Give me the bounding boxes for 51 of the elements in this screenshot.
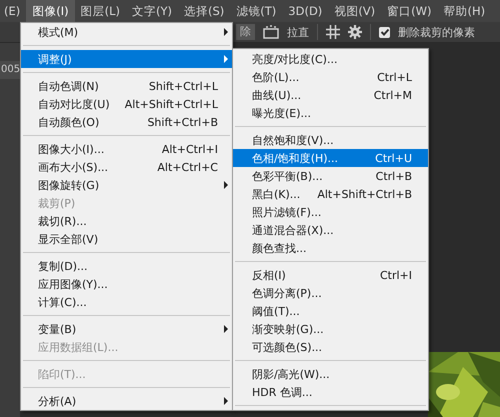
menu-item[interactable]: 照片滤镜(F)...	[233, 203, 428, 221]
menu-item[interactable]: 色调分离(P)...	[233, 284, 428, 302]
menu-item[interactable]: 可选颜色(S)...	[233, 338, 428, 356]
menu-item[interactable]: (E)	[0, 0, 26, 22]
menu-item[interactable]: 亮度/对比度(C)...	[233, 50, 428, 68]
menu-item[interactable]: 色彩平衡(B)... Ctrl+B	[233, 167, 428, 185]
menu-item[interactable]: 显示全部(V)	[21, 230, 232, 248]
menu-item[interactable]: 选择(S)	[178, 0, 230, 22]
input-field[interactable]: 除	[236, 24, 255, 40]
menu-item[interactable]: 渐变映射(G)...	[233, 320, 428, 338]
menu-item[interactable]: 色阶(L)... Ctrl+L	[233, 68, 428, 86]
checkbox-label: 删除裁剪的像素	[398, 24, 475, 40]
settings-icon[interactable]	[348, 25, 362, 39]
menu-item[interactable]: 窗口(W)	[381, 0, 438, 22]
menu-item[interactable]: 自动颜色(O) Shift+Ctrl+B	[21, 113, 232, 131]
menu-item[interactable]: 颜色查找...	[233, 239, 428, 257]
menu-item[interactable]: 反相(I) Ctrl+I	[233, 266, 428, 284]
menu-item[interactable]: 图像大小(I)... Alt+Ctrl+I	[21, 140, 232, 158]
straighten-icon[interactable]	[263, 25, 279, 39]
menu-item[interactable]: 图像旋转(G)	[21, 176, 232, 194]
menu-item[interactable]: HDR 色调...	[233, 383, 428, 401]
menu-item[interactable]: 画布大小(S)... Alt+Ctrl+C	[21, 158, 232, 176]
menu-item[interactable]: 色相/饱和度(H)... Ctrl+U	[233, 149, 428, 167]
menu-item[interactable]: 分析(A)	[21, 392, 232, 410]
grid-icon[interactable]	[326, 25, 340, 39]
menu-item[interactable]: 曲线(U)... Ctrl+M	[233, 86, 428, 104]
menu-item[interactable]: 文字(Y)	[126, 0, 178, 22]
menu-item[interactable]: 阈值(T)...	[233, 302, 428, 320]
menu-item[interactable]: 应用图像(Y)...	[21, 275, 232, 293]
menu-item[interactable]: 自动色调(N) Shift+Ctrl+L	[21, 77, 232, 95]
menu-item[interactable]: 图像(I)	[26, 0, 75, 22]
menu-item[interactable]: 复制(D)...	[21, 257, 232, 275]
menu-item[interactable]: 计算(C)...	[21, 293, 232, 311]
document-tab[interactable]: 005	[0, 61, 20, 79]
menu-item[interactable]: 视图(V)	[328, 0, 382, 22]
menu-item[interactable]: 黑白(K)... Alt+Shift+Ctrl+B	[233, 185, 428, 203]
menu-item[interactable]: 3D(D)	[282, 0, 328, 22]
menu-item[interactable]: 模式(M)	[21, 23, 232, 41]
menu-item[interactable]: 滤镜(T)	[230, 0, 282, 22]
menu-item[interactable]: 帮助(H)	[438, 0, 492, 22]
menu-item[interactable]: 自动对比度(U) Alt+Shift+Ctrl+L	[21, 95, 232, 113]
menu-item[interactable]: 变量(B)	[21, 320, 232, 338]
straighten-label[interactable]: 拉直	[287, 24, 309, 40]
menu-item[interactable]: 阴影/高光(W)...	[233, 365, 428, 383]
menu-item[interactable]: 图层(L)	[74, 0, 126, 22]
menu-item[interactable]: 曝光度(E)...	[233, 104, 428, 122]
menu-item[interactable]: 通道混合器(X)...	[233, 221, 428, 239]
checkbox[interactable]	[379, 26, 390, 38]
menu-item[interactable]: 裁切(R)...	[21, 212, 232, 230]
menu-item[interactable]: 调整(J)	[21, 50, 232, 68]
menu-item[interactable]: 自然饱和度(V)...	[233, 131, 428, 149]
